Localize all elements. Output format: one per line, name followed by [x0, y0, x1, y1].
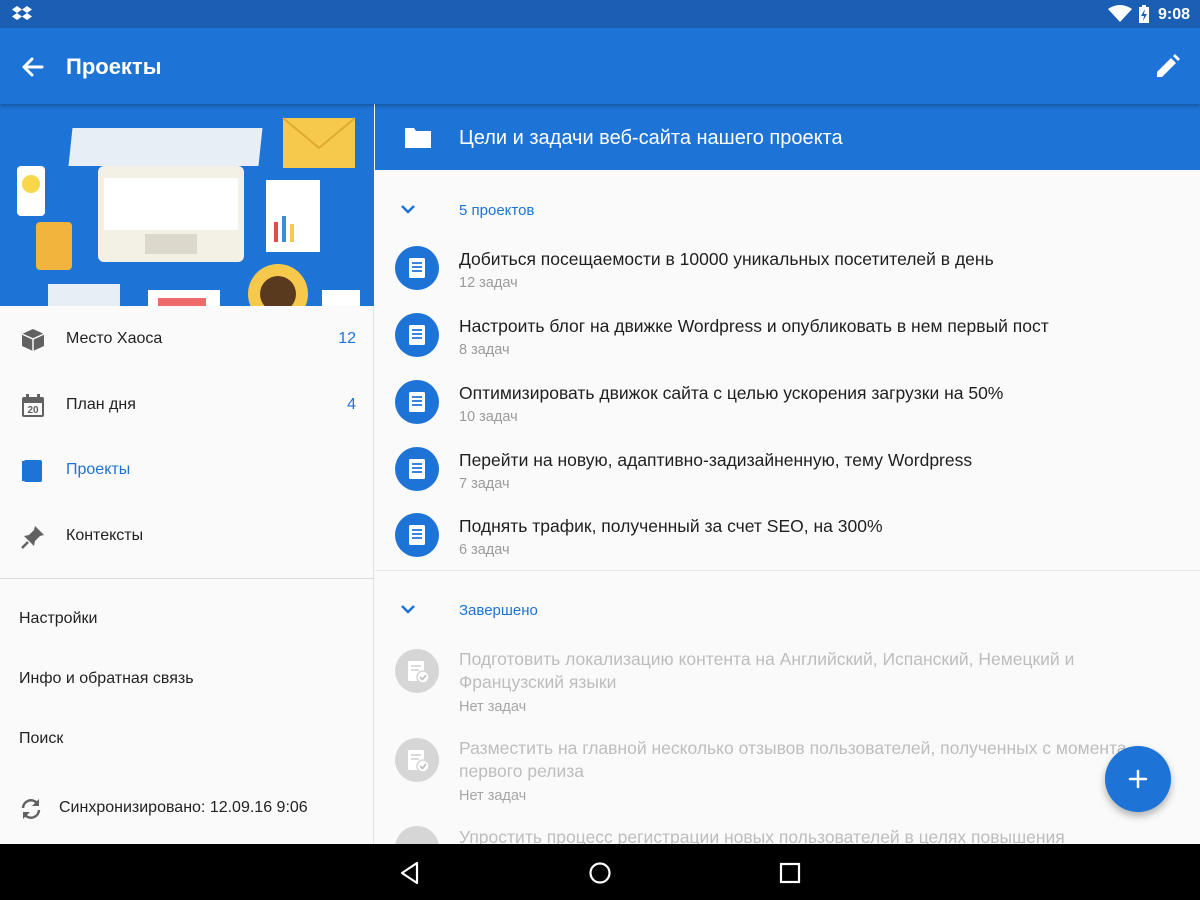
info-feedback-link[interactable]: Инфо и обратная связь [19, 670, 194, 688]
project-title: Перейти на новую, адаптивно-задизайненну… [459, 450, 973, 470]
home-circle-icon[interactable] [587, 860, 613, 886]
add-project-button[interactable] [1105, 746, 1171, 812]
project-task-count: 8 задач [459, 342, 510, 358]
drawer-item-count: 4 [347, 396, 356, 413]
drawer-header-illustration [0, 104, 374, 306]
document-icon [395, 313, 439, 357]
document-done-icon [395, 649, 439, 693]
search-link[interactable]: Поиск [19, 730, 63, 748]
project-header: Цели и задачи веб-сайта нашего проекта [375, 104, 1200, 170]
project-task-count: 12 задач [459, 275, 518, 291]
pin-icon [21, 526, 44, 549]
sync-label: Синхронизировано: 12.09.16 9:06 [59, 799, 308, 816]
document-icon [395, 380, 439, 424]
group-divider [375, 570, 1200, 571]
dropbox-icon [12, 6, 32, 20]
drawer-item-count: 12 [338, 330, 356, 347]
page-title: Проекты [66, 54, 162, 79]
document-icon [395, 513, 439, 557]
drawer-item-label: План дня [66, 396, 136, 413]
project-title: Настроить блог на движке Wordpress и опу… [459, 316, 1049, 336]
app-bar: Проекты [0, 28, 1200, 104]
drawer-divider [0, 578, 374, 579]
sync-status[interactable]: Синхронизировано: 12.09.16 9:06 [18, 794, 358, 824]
drawer-item-label: Проекты [66, 461, 131, 478]
folder-icon [405, 128, 431, 148]
project-task-count: 6 задач [459, 542, 510, 558]
document-icon [395, 246, 439, 290]
project-task-count: 10 задач [459, 409, 518, 425]
sync-icon [21, 799, 41, 819]
project-title: Цели и задачи веб-сайта нашего проекта [459, 127, 843, 149]
group-label: Завершено [459, 602, 538, 619]
project-task-count: 7 задач [459, 476, 510, 492]
status-bar: 9:08 [0, 0, 1200, 28]
project-title: Упростить процесс регистрации новых поль… [459, 827, 1065, 844]
drawer-item-projects[interactable]: Проекты [0, 440, 374, 500]
project-title: Добиться посещаемости в 10000 уникальных… [459, 249, 994, 269]
recents-square-icon[interactable] [777, 860, 803, 886]
settings-link[interactable]: Настройки [19, 610, 97, 628]
back-arrow-icon[interactable] [18, 52, 48, 82]
calendar-icon: 20 [22, 394, 44, 417]
chevron-down-icon [401, 205, 415, 214]
back-triangle-icon[interactable] [397, 860, 423, 886]
battery-charging-icon [1139, 5, 1149, 23]
project-title: Подготовить локализацию контента на Англ… [459, 649, 1075, 692]
drawer-item-label: Контексты [66, 527, 144, 544]
clock: 9:08 [1158, 6, 1191, 23]
chevron-down-icon [401, 605, 415, 614]
project-task-count: Нет задач [459, 788, 527, 804]
document-done-icon [395, 738, 439, 782]
plus-icon [1128, 769, 1148, 789]
project-task-count: Нет задач [459, 699, 527, 715]
screen: 9:08 Проекты Место Хаоса 12 20 План дня … [0, 0, 1200, 900]
project-pane: Цели и задачи веб-сайта нашего проекта 5… [375, 104, 1200, 844]
drawer-item-label: Место Хаоса [66, 330, 163, 347]
edit-pencil-icon[interactable] [1152, 52, 1182, 82]
group-header-active[interactable]: 5 проектов [375, 190, 1200, 230]
navigation-drawer: Место Хаоса 12 20 План дня 4 Проекты Кон… [0, 104, 374, 844]
wifi-icon [1108, 5, 1132, 22]
drawer-item-chaos[interactable]: Место Хаоса 12 [0, 309, 374, 369]
document-done-icon [395, 826, 439, 844]
inbox-box-icon [21, 329, 45, 351]
document-icon [395, 447, 439, 491]
notebook-icon [22, 460, 42, 482]
calendar-icon-day: 20 [27, 405, 39, 416]
project-title: Оптимизировать движок сайта с целью уско… [459, 383, 1004, 403]
project-title: Разместить на главной несколько отзывов … [459, 738, 1127, 781]
group-label: 5 проектов [459, 202, 535, 219]
system-nav-bar [0, 844, 1200, 900]
drawer-item-day-plan[interactable]: 20 План дня 4 [0, 375, 374, 435]
group-header-completed[interactable]: Завершено [375, 590, 1200, 630]
drawer-item-contexts[interactable]: Контексты [0, 506, 374, 566]
project-title: Поднять трафик, полученный за счет SEO, … [459, 516, 883, 536]
